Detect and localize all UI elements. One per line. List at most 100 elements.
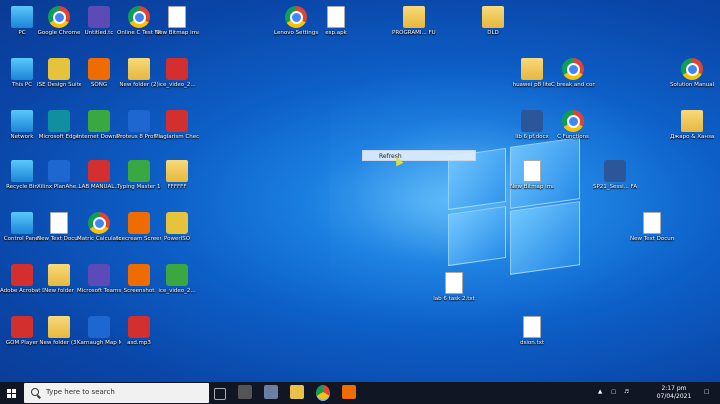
chrome-icon	[88, 212, 110, 234]
file-icon	[523, 316, 541, 338]
desktop-icon-edge[interactable]: Microsoft Edge	[37, 110, 81, 141]
control-panel-icon	[11, 212, 33, 234]
teams-icon	[88, 264, 110, 286]
clock-date: 07/04/2021	[656, 393, 692, 400]
desktop: PC Google Chrome Untitled.tc Online C Te…	[0, 0, 720, 382]
file-icon	[643, 212, 661, 234]
task-view-icon[interactable]	[214, 388, 226, 400]
desktop-icon-dsion[interactable]: dsion.txt	[510, 316, 554, 347]
file-explorer-icon[interactable]	[290, 385, 304, 399]
desktop-icon-c-break[interactable]: C break and continue	[551, 58, 595, 89]
network-icon	[11, 110, 33, 132]
app-icon	[88, 6, 110, 28]
desktop-icon-programi[interactable]: PROGRAMI... FUNDAME...	[392, 6, 436, 37]
desktop-icon-xilinx[interactable]: Xilinx PlanAhe...	[37, 160, 81, 191]
desktop-icon-ice-video-webm[interactable]: ice_video_2...	[155, 264, 199, 295]
desktop-icon-ice-video[interactable]: ice_video_2...	[155, 58, 199, 89]
desktop-icon-new-text[interactable]: New Text Document...	[37, 212, 81, 243]
search-icon	[31, 388, 39, 396]
camera-icon	[128, 264, 150, 286]
notification-icon[interactable]: □	[704, 389, 709, 395]
desktop-icon-lenovo[interactable]: Lenovo Settings - ...	[274, 6, 318, 37]
folder-icon	[128, 58, 150, 80]
desktop-icon-sp21[interactable]: SP21_Sessi... FA20-BCE-...	[593, 160, 637, 191]
screen-recorder-icon[interactable]	[342, 385, 356, 399]
network-tray-icon[interactable]: ▢	[611, 389, 616, 395]
file-icon	[168, 6, 186, 28]
pdf-icon	[88, 160, 110, 182]
folder-icon	[482, 6, 504, 28]
desktop-icon-new-folder-3[interactable]: New folder (3)	[37, 316, 81, 347]
taskbar-search[interactable]: Type here to search	[24, 383, 209, 403]
desktop-icon-asd-mp3[interactable]: asd.mp3	[117, 316, 161, 347]
typing-icon	[128, 160, 150, 182]
folder-icon	[521, 58, 543, 80]
desktop-icon-chrome[interactable]: Google Chrome	[37, 6, 81, 37]
proteus-icon	[128, 110, 150, 132]
chrome-icon	[48, 6, 70, 28]
disc-icon	[166, 212, 188, 234]
desktop-icon-lab6-task[interactable]: lab 6 task 2.txt	[432, 272, 476, 303]
file-icon	[445, 272, 463, 294]
word-icon	[521, 110, 543, 132]
recorder-icon	[128, 212, 150, 234]
folder-icon	[681, 110, 703, 132]
desktop-icon-solution-manual[interactable]: Solution Manual fo...	[670, 58, 714, 89]
start-button[interactable]	[0, 382, 22, 404]
image-icon	[523, 160, 541, 182]
desktop-icon-plagiarism[interactable]: Plagiarism Checker X	[155, 110, 199, 141]
desktop-icon-djaro[interactable]: Джаро & Ханза - T...	[670, 110, 714, 141]
edge-icon	[48, 110, 70, 132]
chrome-icon	[562, 58, 584, 80]
chrome-icon	[681, 58, 703, 80]
recycle-bin-icon	[11, 160, 33, 182]
ise-icon	[48, 58, 70, 80]
desktop-icon-ffffff[interactable]: FFFFFF	[155, 160, 199, 191]
desktop-icon-idm[interactable]: Internet Downlo...	[77, 110, 121, 141]
desktop-icon-karnaugh[interactable]: Karnaugh Map Mi...	[77, 316, 121, 347]
desktop-icon-ise[interactable]: ISE Design Suite 14.7	[37, 58, 81, 89]
windows-icon	[6, 388, 16, 398]
clock[interactable]: 2:17 pm 07/04/2021	[652, 385, 696, 401]
desktop-icon-dld[interactable]: DLD	[471, 6, 515, 37]
app-icon[interactable]	[238, 385, 252, 399]
desktop-icon-song[interactable]: SONG	[77, 58, 121, 89]
desktop-icon-poweriso[interactable]: PowerISO	[155, 212, 199, 243]
computer-icon	[11, 6, 33, 28]
folder-icon	[166, 160, 188, 182]
gom-icon	[11, 316, 33, 338]
desktop-icon-c-functions[interactable]: C Functions	[551, 110, 595, 141]
word-icon	[604, 160, 626, 182]
desktop-icon-new-text-2[interactable]: New Text Docume...	[630, 212, 674, 243]
desktop-icon-lab-manual[interactable]: LAB MANUAL...	[77, 160, 121, 191]
taskbar: Type here to search ▲ ▢ ♬ 2:17 pm 07/04/…	[0, 382, 720, 404]
karnaugh-icon	[88, 316, 110, 338]
clock-time: 2:17 pm	[661, 385, 687, 392]
acrobat-icon	[11, 264, 33, 286]
desktop-icon-lib6[interactable]: lib 6 pf.docx	[510, 110, 554, 141]
desktop-icon-esp-apk[interactable]: esp.apk	[314, 6, 358, 37]
folder-icon	[403, 6, 425, 28]
chrome-taskbar-icon[interactable]	[316, 385, 330, 401]
file-icon	[327, 6, 345, 28]
tray-chevron-icon[interactable]: ▲	[598, 389, 602, 395]
xilinx-icon	[48, 160, 70, 182]
desktop-icon-huawei[interactable]: huawei p8 lite	[510, 58, 554, 89]
chrome-icon	[562, 110, 584, 132]
plagiarism-icon	[166, 110, 188, 132]
desktop-icon-teams[interactable]: Microsoft Teams	[77, 264, 121, 295]
chrome-icon	[128, 6, 150, 28]
folder-icon	[48, 264, 70, 286]
people-icon[interactable]	[264, 385, 278, 399]
desktop-icon-matric[interactable]: Matric Calculato...	[77, 212, 121, 243]
volume-icon[interactable]: ♬	[624, 389, 629, 395]
desktop-icon-bitmap-png[interactable]: New Bitmap image.png	[510, 160, 554, 191]
context-menu-refresh[interactable]: Refresh	[362, 150, 476, 161]
video-icon	[166, 58, 188, 80]
desktop-icon-new-folder[interactable]: New folder	[37, 264, 81, 295]
desktop-icon-untitled-tc[interactable]: Untitled.tc	[77, 6, 121, 37]
music-icon	[88, 58, 110, 80]
search-placeholder: Type here to search	[46, 388, 115, 396]
desktop-icon-bitmap[interactable]: New Bitmap image.bmp	[155, 6, 199, 37]
computer-icon	[11, 58, 33, 80]
